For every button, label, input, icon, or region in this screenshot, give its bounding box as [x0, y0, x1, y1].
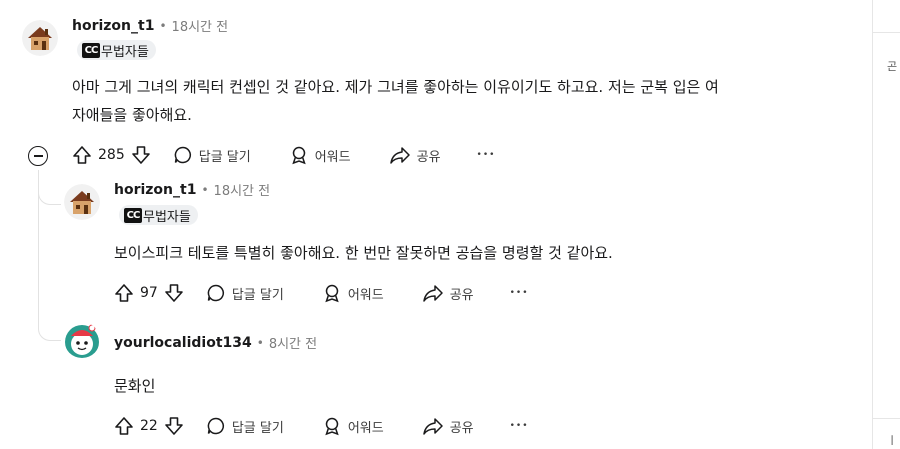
reply-button[interactable]: 답글 달기: [173, 145, 251, 165]
avatar[interactable]: [22, 20, 58, 56]
downvote-button[interactable]: [164, 416, 184, 436]
share-arrow-icon: [389, 147, 410, 164]
reply-label: 답글 달기: [231, 287, 284, 303]
sidebar-divider: [873, 32, 900, 33]
speech-bubble-icon: [174, 146, 191, 164]
upvote-arrow-icon: [73, 146, 91, 164]
more-options-button[interactable]: •••: [477, 150, 496, 160]
reply-button[interactable]: 답글 달기: [206, 416, 284, 436]
award-label: 어워드: [314, 149, 351, 165]
comment-body-line: 아마 그게 그녀의 캐릭터 컨셉인 것 같아요. 제가 그녀를 좋아하는 이유이…: [72, 78, 719, 96]
comment-actions: 97 답글 달기 어워드 공유 •••: [114, 281, 529, 305]
share-label: 공유: [416, 149, 441, 165]
avatar[interactable]: [64, 184, 100, 220]
downvote-arrow-icon: [131, 146, 150, 164]
comment-meta: yourlocalidiot134 • 8시간 전: [114, 333, 317, 353]
thread-branch: [38, 170, 61, 205]
reply-label: 답글 달기: [198, 149, 251, 165]
share-button[interactable]: 공유: [389, 145, 441, 165]
comment-body: 아마 그게 그녀의 캐릭터 컨셉인 것 같아요. 제가 그녀를 좋아하는 이유이…: [72, 73, 719, 129]
award-button[interactable]: 어워드: [289, 145, 351, 165]
more-options-button[interactable]: •••: [510, 288, 529, 298]
upvote-button[interactable]: [72, 145, 92, 165]
flair-emblem-icon: CC: [124, 207, 142, 223]
right-sidebar-edge: 곤 ㅣ: [872, 0, 900, 449]
comment-meta: horizon_t1 • 18시간 전: [72, 16, 229, 36]
comment-body-line: 자애들을 좋아해요.: [72, 106, 192, 124]
flair-text: 무법자들: [101, 44, 149, 60]
award-ribbon-icon: [325, 284, 339, 303]
upvote-button[interactable]: [114, 416, 134, 436]
share-label: 공유: [449, 287, 474, 303]
share-button[interactable]: 공유: [422, 416, 474, 436]
more-options-button[interactable]: •••: [510, 421, 529, 431]
award-label: 어워드: [347, 287, 384, 303]
downvote-button[interactable]: [164, 283, 184, 303]
comment-meta: horizon_t1 • 18시간 전: [114, 180, 271, 200]
avatar[interactable]: [64, 322, 100, 358]
award-ribbon-icon: [292, 146, 306, 165]
share-label: 공유: [449, 420, 474, 436]
separator-dot: •: [159, 18, 167, 33]
award-label: 어워드: [347, 420, 384, 436]
username[interactable]: horizon_t1: [72, 18, 154, 34]
comment-body: 문화인: [114, 372, 155, 400]
timestamp[interactable]: 18시간 전: [214, 180, 271, 199]
comment-body-line: 문화인: [114, 377, 156, 395]
vote-count: 97: [140, 285, 158, 301]
comment-body: 보이스피크 테토를 특별히 좋아해요. 한 번만 잘못하면 공습을 명령할 것 …: [114, 239, 613, 267]
user-flair: CC 무법자들: [77, 40, 156, 60]
vote-count: 22: [140, 418, 158, 434]
house-avatar-icon: [64, 184, 100, 220]
reply-label: 답글 달기: [231, 420, 284, 436]
upvote-button[interactable]: [114, 283, 134, 303]
sidebar-cutoff-text: 곤: [887, 60, 898, 73]
reply-button[interactable]: 답글 달기: [206, 283, 284, 303]
award-button[interactable]: 어워드: [322, 416, 384, 436]
timestamp[interactable]: 8시간 전: [269, 333, 317, 352]
user-flair: CC 무법자들: [119, 205, 198, 225]
separator-dot: •: [201, 182, 209, 197]
sidebar-cutoff-text: ㅣ: [887, 434, 898, 447]
award-ribbon-icon: [325, 417, 339, 436]
upvote-arrow-icon: [115, 284, 133, 302]
speech-bubble-icon: [207, 284, 224, 302]
share-button[interactable]: 공유: [422, 283, 474, 303]
collapse-thread-button[interactable]: [28, 146, 48, 166]
sidebar-divider: [873, 418, 900, 419]
flair-emblem-icon: CC: [82, 42, 100, 58]
thread-branch: [38, 300, 61, 341]
downvote-button[interactable]: [131, 145, 151, 165]
comment-actions: 285 답글 달기 어워드 공유 •••: [72, 143, 495, 167]
downvote-arrow-icon: [165, 284, 183, 302]
separator-dot: •: [256, 335, 264, 350]
snoo-avatar-icon: [65, 324, 99, 358]
award-button[interactable]: 어워드: [322, 283, 384, 303]
vote-count: 285: [98, 147, 125, 163]
downvote-arrow-icon: [165, 417, 183, 435]
share-arrow-icon: [422, 418, 443, 435]
comment-actions: 22 답글 달기 어워드 공유 •••: [114, 414, 529, 438]
timestamp[interactable]: 18시간 전: [172, 16, 229, 35]
comment-body-line: 보이스피크 테토를 특별히 좋아해요. 한 번만 잘못하면 공습을 명령할 것 …: [114, 244, 613, 262]
upvote-arrow-icon: [115, 417, 133, 435]
flair-text: 무법자들: [143, 209, 191, 225]
username[interactable]: yourlocalidiot134: [114, 335, 252, 351]
share-arrow-icon: [422, 285, 443, 302]
username[interactable]: horizon_t1: [114, 182, 196, 198]
speech-bubble-icon: [207, 417, 224, 435]
house-avatar-icon: [22, 20, 58, 56]
